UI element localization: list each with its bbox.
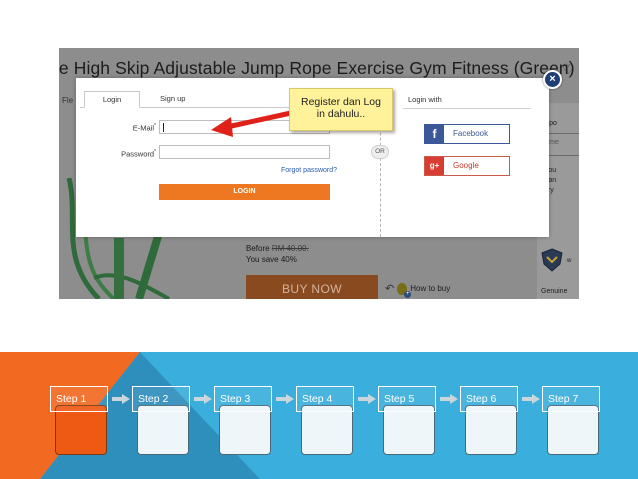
step-box xyxy=(137,405,189,455)
slide: re High Skip Adjustable Jump Rope Exerci… xyxy=(0,0,638,479)
badge-label: w xyxy=(567,258,572,264)
how-to-buy-link[interactable]: ↶ How to buy xyxy=(385,282,451,298)
step-label: Step 2 xyxy=(132,386,190,412)
price-before-value: RM 40.00. xyxy=(271,244,309,253)
step-arrow-icon xyxy=(112,394,130,404)
price-before: Before RM 40.00. xyxy=(246,244,309,253)
or-badge: OR xyxy=(371,145,389,159)
password-label: Password* xyxy=(121,149,156,159)
tab-signup[interactable]: Sign up xyxy=(160,91,200,108)
login-with-heading: Login with xyxy=(408,95,442,104)
side-label: Fle xyxy=(62,96,74,105)
step-item[interactable]: Step 4 xyxy=(296,386,360,458)
heart-icon[interactable]: ♡ xyxy=(562,62,578,76)
google-label: Google xyxy=(453,161,479,170)
close-icon[interactable]: × xyxy=(543,70,562,89)
step-label: Step 4 xyxy=(296,386,354,412)
step-box xyxy=(219,405,271,455)
step-box xyxy=(55,405,107,455)
facebook-label: Facebook xyxy=(453,129,489,138)
callout-note: Register dan Log in dahulu.. xyxy=(289,88,393,131)
tab-login[interactable]: Login xyxy=(84,91,140,108)
steps-band: Step 1 Step 2 Step 3 Step 4 Step 5 Step 6 Step… xyxy=(0,352,638,479)
forgot-password-link[interactable]: Forgot password? xyxy=(281,167,337,174)
product-title: re High Skip Adjustable Jump Rope Exerci… xyxy=(59,58,575,78)
step-box xyxy=(383,405,435,455)
you-save: You save 40% xyxy=(246,255,297,264)
price-before-label: Before xyxy=(246,244,270,253)
step-label: Step 3 xyxy=(214,386,272,412)
step-item[interactable]: Step 5 xyxy=(378,386,442,458)
step-label: Step 1 xyxy=(50,386,108,412)
facebook-button[interactable]: f Facebook xyxy=(424,124,510,144)
step-arrow-icon xyxy=(194,394,212,404)
step-arrow-icon xyxy=(276,394,294,404)
step-label: Step 6 xyxy=(460,386,518,412)
step-arrow-icon xyxy=(440,394,458,404)
login-button[interactable]: LOGIN xyxy=(159,184,330,200)
step-item[interactable]: Step 2 xyxy=(132,386,196,458)
step-arrow-icon xyxy=(522,394,540,404)
divider xyxy=(403,108,531,109)
how-to-buy-text: How to buy xyxy=(410,284,451,293)
shield-icon xyxy=(541,248,563,272)
step-label: Step 7 xyxy=(542,386,600,412)
step-item[interactable]: Step 3 xyxy=(214,386,278,458)
google-plus-icon: g+ xyxy=(425,157,444,175)
step-box xyxy=(547,405,599,455)
genuine-label: Genuine xyxy=(541,288,568,295)
step-item[interactable]: Step 1 xyxy=(50,386,114,458)
lightbulb-icon xyxy=(397,282,412,298)
callout-line: in dahulu.. xyxy=(316,108,366,120)
step-box xyxy=(465,405,517,455)
password-field[interactable] xyxy=(159,145,330,159)
step-item[interactable]: Step 7 xyxy=(542,386,606,458)
step-box xyxy=(301,405,353,455)
buy-now-button[interactable]: BUY NOW xyxy=(246,275,378,299)
callout-line: Register dan Log xyxy=(301,96,381,108)
share-arrow-icon: ↶ xyxy=(385,283,395,295)
step-item[interactable]: Step 6 xyxy=(460,386,524,458)
website-screenshot: re High Skip Adjustable Jump Rope Exerci… xyxy=(59,48,579,299)
red-arrow-icon xyxy=(211,110,294,137)
facebook-icon: f xyxy=(425,125,444,143)
step-arrow-icon xyxy=(358,394,376,404)
google-button[interactable]: g+ Google xyxy=(424,156,510,176)
text-caret xyxy=(163,123,164,132)
email-label: E-Mail* xyxy=(132,123,156,133)
step-label: Step 5 xyxy=(378,386,436,412)
